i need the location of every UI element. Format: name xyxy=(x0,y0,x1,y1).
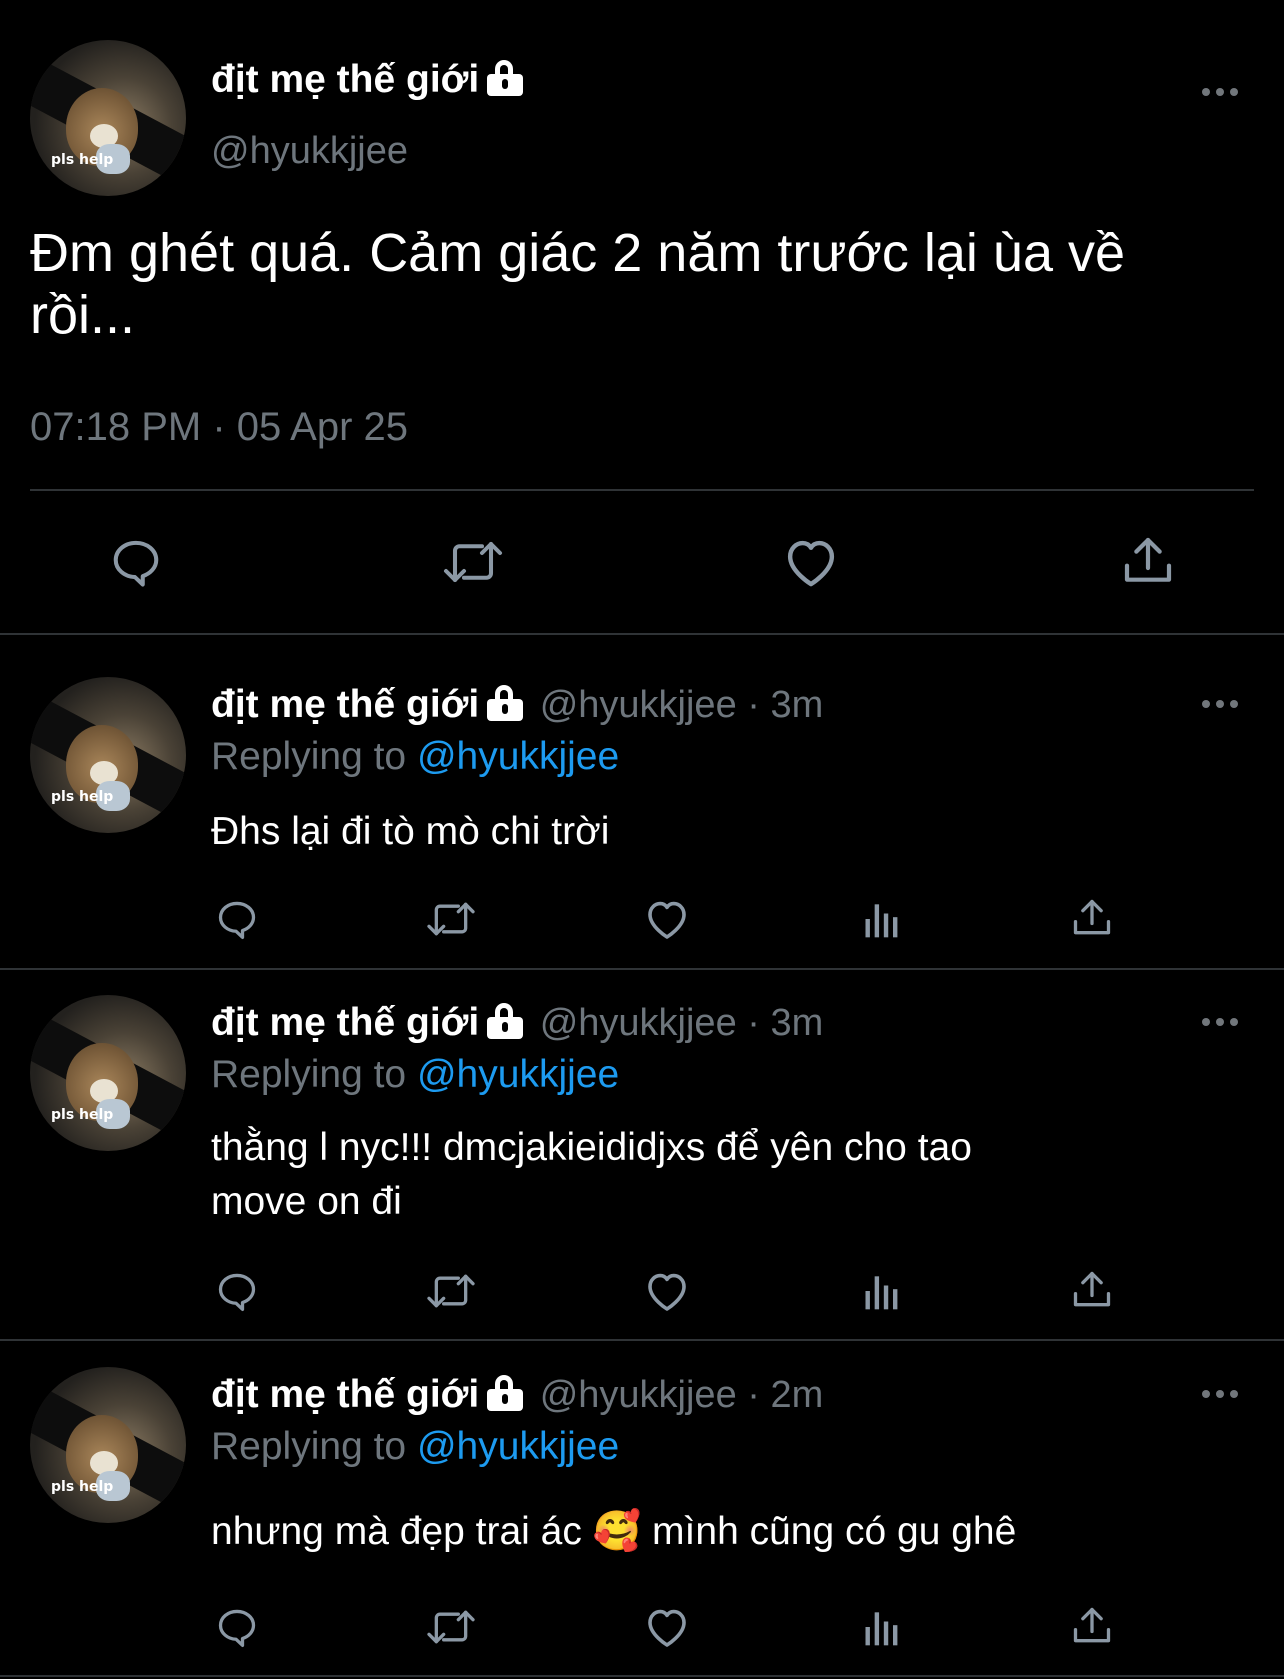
reply-icon[interactable] xyxy=(214,1269,260,1313)
avatar-caption: pls help xyxy=(51,152,114,168)
like-icon[interactable] xyxy=(642,1269,692,1313)
display-name-text: địt mẹ thế giới xyxy=(211,58,480,101)
reply-text-line: move on đi xyxy=(211,1180,402,1223)
display-name[interactable]: địt mẹ thế giới xyxy=(211,683,479,726)
mention-link[interactable]: @hyukkjjee xyxy=(417,735,619,778)
like-icon[interactable] xyxy=(642,897,692,941)
divider xyxy=(30,489,1254,491)
mention-link[interactable]: @hyukkjjee xyxy=(417,1053,619,1096)
avatar-caption: pls help xyxy=(51,1479,114,1495)
retweet-icon[interactable] xyxy=(424,1269,478,1313)
more-options-icon[interactable] xyxy=(1202,86,1242,98)
reply-text: nhưng mà đẹp trai ác 🥰 mình cũng có gu g… xyxy=(211,1505,1016,1559)
handle-and-time[interactable]: @hyukkjjee · 2m xyxy=(540,1374,824,1416)
divider xyxy=(0,1675,1284,1677)
reply-icon[interactable] xyxy=(214,897,260,941)
reply-text: thằng l nyc!!! dmcjakieididjxs để yên ch… xyxy=(211,1121,972,1229)
replying-to: Replying to @hyukkjjee xyxy=(211,1053,619,1097)
avatar[interactable]: pls help xyxy=(30,677,186,833)
display-name[interactable]: địt mẹ thế giới xyxy=(211,1001,479,1044)
analytics-icon[interactable] xyxy=(860,897,904,941)
reply-text-line: Đhs lại đi tò mò chi trời xyxy=(211,810,610,853)
reply-header: địt mẹ thế giới @hyukkjjee · 3m xyxy=(211,1001,823,1045)
share-icon[interactable] xyxy=(1070,1268,1114,1312)
retweet-icon[interactable] xyxy=(440,535,506,589)
avatar[interactable]: pls help xyxy=(30,995,186,1151)
reply-icon[interactable] xyxy=(108,535,164,589)
display-name[interactable]: địt mẹ thế giới xyxy=(211,58,525,102)
avatar-caption: pls help xyxy=(51,789,114,805)
handle-and-time[interactable]: @hyukkjjee · 3m xyxy=(540,1002,824,1044)
replying-to: Replying to @hyukkjjee xyxy=(211,1425,619,1469)
mention-link[interactable]: @hyukkjjee xyxy=(417,1425,619,1468)
reply-text: Đhs lại đi tò mò chi trời xyxy=(211,805,609,859)
share-icon[interactable] xyxy=(1120,533,1176,589)
tweet-text-line: Đm ghét quá. Cảm giác 2 năm trước lại ùa… xyxy=(30,223,1126,283)
avatar[interactable]: pls help xyxy=(30,1367,186,1523)
divider xyxy=(0,1339,1284,1341)
handle-and-time[interactable]: @hyukkjjee · 3m xyxy=(540,684,824,726)
share-icon[interactable] xyxy=(1070,1604,1114,1648)
divider xyxy=(0,633,1284,635)
lock-icon xyxy=(487,685,525,721)
like-icon[interactable] xyxy=(781,535,841,589)
reply-icon[interactable] xyxy=(214,1605,260,1649)
like-icon[interactable] xyxy=(642,1605,692,1649)
user-handle[interactable]: @hyukkjjee xyxy=(211,130,408,173)
reply-header: địt mẹ thế giới @hyukkjjee · 2m xyxy=(211,1373,823,1417)
reply-text-line: thằng l nyc!!! dmcjakieididjxs để yên ch… xyxy=(211,1126,972,1169)
more-options-icon[interactable] xyxy=(1202,698,1242,710)
timestamp[interactable]: 07:18 PM · 05 Apr 25 xyxy=(30,405,408,450)
lock-icon xyxy=(487,1375,525,1411)
share-icon[interactable] xyxy=(1070,896,1114,940)
lock-icon xyxy=(487,1003,525,1039)
analytics-icon[interactable] xyxy=(860,1269,904,1313)
replying-prefix: Replying to xyxy=(211,735,407,778)
tweet-text-line: rồi... xyxy=(30,285,136,345)
display-name[interactable]: địt mẹ thế giới xyxy=(211,1373,479,1416)
avatar[interactable]: pls help xyxy=(30,40,186,196)
lock-icon xyxy=(487,60,525,96)
analytics-icon[interactable] xyxy=(860,1605,904,1649)
reply-header: địt mẹ thế giới @hyukkjjee · 3m xyxy=(211,683,823,727)
replying-prefix: Replying to xyxy=(211,1053,407,1096)
avatar-caption: pls help xyxy=(51,1107,114,1123)
more-options-icon[interactable] xyxy=(1202,1388,1242,1400)
retweet-icon[interactable] xyxy=(424,897,478,941)
divider xyxy=(0,968,1284,970)
replying-to: Replying to @hyukkjjee xyxy=(211,735,619,779)
replying-prefix: Replying to xyxy=(211,1425,407,1468)
more-options-icon[interactable] xyxy=(1202,1016,1242,1028)
tweet-text: Đm ghét quá. Cảm giác 2 năm trước lại ùa… xyxy=(30,222,1125,346)
retweet-icon[interactable] xyxy=(424,1605,478,1649)
reply-text-line: nhưng mà đẹp trai ác 🥰 mình cũng có gu g… xyxy=(211,1510,1017,1553)
